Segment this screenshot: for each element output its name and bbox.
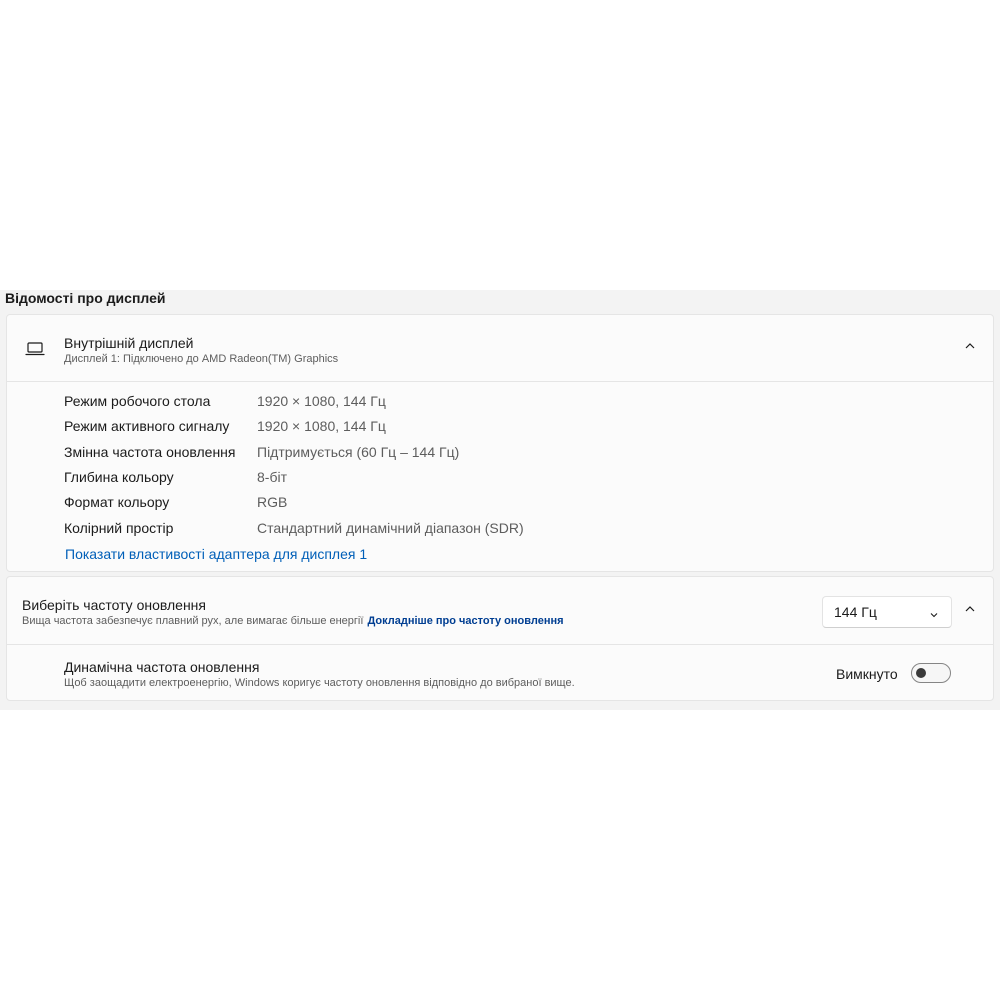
refresh-rate-card: Виберіть частоту оновлення Вища частота …	[6, 576, 994, 701]
property-label: Глибина кольору	[64, 469, 174, 485]
display-subtitle: Дисплей 1: Підключено до AMD Radeon(TM) …	[64, 353, 339, 365]
display-card: Внутрішній дисплей Дисплей 1: Підключено…	[6, 314, 994, 572]
display-card-header[interactable]: Внутрішній дисплей Дисплей 1: Підключено…	[7, 315, 993, 382]
property-value: 1920 × 1080, 144 Гц	[257, 393, 386, 409]
display-info-panel: Відомості про дисплей Внутрішній дисплей…	[0, 290, 1000, 710]
chevron-up-icon	[964, 339, 976, 357]
adapter-properties-link[interactable]: Показати властивості адаптера для диспле…	[65, 545, 367, 563]
dynamic-refresh-subtitle: Щоб заощадити електроенергію, Windows ко…	[64, 677, 575, 689]
refresh-rate-subtitle: Вища частота забезпечує плавний рух, але…	[22, 615, 564, 628]
property-label: Режим активного сигналу	[64, 418, 230, 434]
laptop-icon	[25, 341, 45, 357]
dynamic-refresh-title: Динамічна частота оновлення	[64, 659, 260, 675]
display-title: Внутрішній дисплей	[64, 335, 194, 351]
refresh-rate-selected: 144 Гц	[834, 604, 877, 620]
dynamic-refresh-toggle[interactable]	[911, 663, 951, 683]
refresh-rate-dropdown[interactable]: 144 Гц	[822, 596, 952, 628]
learn-more-refresh-link[interactable]: Докладніше про частоту оновлення	[367, 615, 563, 627]
property-label: Режим робочого стола	[64, 393, 211, 409]
collapse-refresh-button[interactable]	[959, 600, 981, 622]
chevron-down-icon	[929, 607, 939, 618]
property-label: Змінна частота оновлення	[64, 444, 236, 460]
property-value: Підтримується (60 Гц – 144 Гц)	[257, 444, 460, 460]
property-label: Колірний простір	[64, 520, 174, 536]
refresh-rate-header: Виберіть частоту оновлення Вища частота …	[7, 577, 993, 645]
dynamic-refresh-state: Вимкнуто	[836, 666, 898, 682]
property-value: RGB	[257, 494, 288, 510]
collapse-display-button[interactable]	[959, 337, 981, 359]
property-label: Формат кольору	[64, 494, 170, 510]
refresh-rate-description: Вища частота забезпечує плавний рух, але…	[22, 615, 364, 627]
refresh-rate-title: Виберіть частоту оновлення	[22, 597, 206, 613]
property-value: Стандартний динамічний діапазон (SDR)	[257, 520, 524, 536]
section-title: Відомості про дисплей	[5, 290, 166, 306]
toggle-knob	[916, 668, 926, 678]
chevron-up-icon	[964, 602, 976, 620]
property-value: 8-біт	[257, 469, 287, 485]
property-value: 1920 × 1080, 144 Гц	[257, 418, 386, 434]
